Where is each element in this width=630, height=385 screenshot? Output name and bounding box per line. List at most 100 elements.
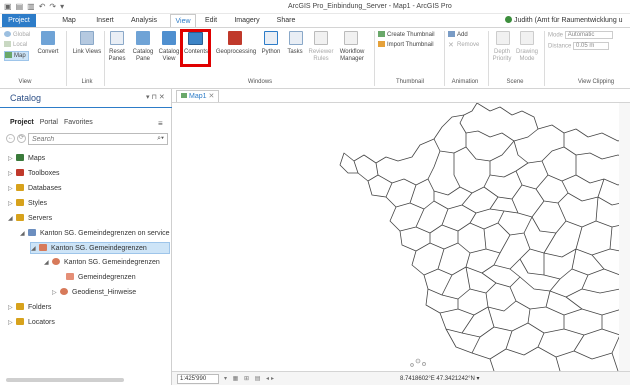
add-icon [448,31,455,37]
tree-item-folders[interactable]: ▷ Folders [8,302,51,314]
depth-priority-button[interactable]: Depth Priority [490,49,514,63]
catalog-tab-project[interactable]: Project [10,119,34,126]
workflow-manager-icon [344,31,358,45]
title-bar: ▣ ▤ ▥ ↶ ↷ ▾ ArcGIS Pro_Einbindung_Server… [0,0,630,14]
close-tab-icon[interactable]: ✕ [208,93,214,100]
tasks-button[interactable]: Tasks [284,49,306,56]
import-thumbnail-button[interactable]: Import Thumbnail [378,41,434,49]
workflow-manager-button[interactable]: Workflow Manager [334,49,370,63]
tree-item-databases[interactable]: ▷ Databases [8,183,61,195]
map1-tab[interactable]: Map1 ✕ [176,90,220,102]
catalog-title-underline [0,107,172,108]
open-icon[interactable]: ▤ [16,2,24,12]
drawing-mode-button[interactable]: Drawing Mode [514,49,540,63]
redo-icon[interactable]: ↷ [49,2,56,12]
tab-edit[interactable]: Edit [201,14,221,27]
catalog-pane: Catalog ▾ ⊓ ✕ Project Portal Favorites ≡… [0,89,172,385]
tree-item-maps[interactable]: ▷ Maps [8,153,45,165]
municipal-boundaries-map [339,103,630,371]
tab-analysis[interactable]: Analysis [128,14,160,27]
separator [66,31,67,86]
create-thumbnail-icon [378,31,385,37]
local-button[interactable]: Local [4,41,27,49]
reviewer-rules-button[interactable]: Reviewer Rules [308,49,334,63]
clipping-distance-input[interactable]: 0.05 m [573,42,610,50]
maps-folder-icon [16,154,24,161]
tab-share[interactable]: Share [273,14,299,27]
tab-insert[interactable]: Insert [92,14,118,27]
link-views-icon [80,31,94,45]
quick-access-toolbar: ▣ ▤ ▥ ↶ ↷ ▾ [4,2,64,12]
tab-imagery[interactable]: Imagery [231,14,263,27]
save-icon[interactable]: ▥ [27,2,35,12]
link-views-button[interactable]: Link Views [72,49,102,56]
ribbon: Global Local Map Convert View Link Views… [0,27,630,89]
map-status-bar: 1:425'990 ▾ ▦ ⊞ ▤ ◂▸ 8.7418602°E 47.3421… [172,371,630,385]
locators-folder-icon [16,318,24,325]
catalog-view-icon [162,31,176,45]
create-thumbnail-button[interactable]: Create Thumbnail [378,31,435,39]
undo-icon[interactable]: ↶ [39,2,46,12]
tree-item-styles[interactable]: ▷ Styles [8,198,47,210]
catalog-horizontal-scrollbar[interactable] [6,378,124,382]
separator [374,31,375,86]
app-title: ArcGIS Pro_Einbindung_Server - Map1 - Ar… [288,3,452,10]
catalog-pane-controls[interactable]: ▾ ⊓ ✕ [146,93,165,101]
add-keyframe-button[interactable]: Add [448,31,468,39]
convert-icon [41,31,55,45]
separator [444,31,445,86]
coordinates-dropdown-icon[interactable]: ▾ [477,376,480,382]
tree-item-servers[interactable]: ◢ Servers [8,213,52,225]
geoprocessing-button[interactable]: Geoprocessing [213,49,259,56]
service-layer-icon [52,258,60,265]
map-vertical-scrollbar[interactable] [619,103,630,371]
remove-keyframe-button[interactable]: ✕ Remove [448,41,479,49]
separator [544,31,545,86]
convert-button[interactable]: Convert [34,49,62,56]
cursor-coordinates: 8.7418602°E 47.3421242°N ▾ [400,376,480,382]
tree-item-locators[interactable]: ▷ Locators [8,317,55,329]
tab-project[interactable]: Project [2,14,36,27]
polygon-layer-icon [66,273,74,280]
catalog-tab-favorites[interactable]: Favorites [64,119,93,126]
user-account[interactable]: Judith (Amt für Raumentwicklung u [505,16,623,24]
depth-priority-icon [496,31,510,45]
catalog-view-button[interactable]: Catalog View [156,49,182,63]
map-scale-input[interactable]: 1:425'990 [177,374,219,384]
catalog-pane-button[interactable]: Catalog Pane [130,49,156,63]
catalog-search-box: ⌕▾ [28,133,168,145]
user-icon [505,16,512,23]
new-project-icon[interactable]: ▣ [4,2,12,12]
catalog-search-row: ← ⟳ ⌕▾ [6,133,170,145]
drawing-mode-icon [520,31,534,45]
tab-view[interactable]: View [170,14,196,27]
globe-icon [4,31,11,37]
map-tab-bar: Map1 ✕ [172,89,630,103]
catalog-search-input[interactable] [29,134,149,144]
map-view[interactable] [172,103,630,371]
back-arrow-icon[interactable]: ← [6,134,15,143]
customize-icon[interactable]: ▾ [60,2,64,12]
catalog-menu-icon[interactable]: ≡ [158,119,163,128]
map-button[interactable]: Map [4,51,29,61]
tab-map[interactable]: Map [58,14,80,27]
tree-item-toolboxes[interactable]: ▷ Toolboxes [8,168,60,180]
geoprocessing-icon [228,31,242,45]
servers-folder-icon [16,214,24,221]
ribbon-tabs: Project Map Insert Analysis View Edit Im… [0,14,630,27]
status-tool-icons[interactable]: ▾ ▦ ⊞ ▤ ◂▸ [224,375,276,382]
tree-item-geodienst-hinweise[interactable]: ▷ Geodienst_Hinweise [52,287,136,299]
global-button[interactable]: Global [4,31,30,39]
tree-item-map-service-layer[interactable]: ◢ Kanton SG. Gemeindegrenzen [44,257,160,269]
tree-item-map-service-selected[interactable]: ◢ Kanton SG. Gemeindegrenzen [30,242,170,254]
group-label-windows: Windows [247,79,273,85]
tree-item-gemeindegrenzen[interactable]: Gemeindegrenzen [58,272,136,284]
refresh-icon[interactable]: ⟳ [17,134,26,143]
search-icon[interactable]: ⌕▾ [157,135,164,143]
clipping-mode-select[interactable]: Automatic [564,31,613,39]
tree-item-server-connection[interactable]: ◢ Kanton SG. Gemeindegrenzen on service [20,228,170,240]
reset-panes-button[interactable]: Reset Panes [104,49,130,63]
python-button[interactable]: Python [259,49,283,56]
group-label-view-clipping: View Clipping [577,79,615,85]
catalog-tab-portal[interactable]: Portal [40,119,58,126]
